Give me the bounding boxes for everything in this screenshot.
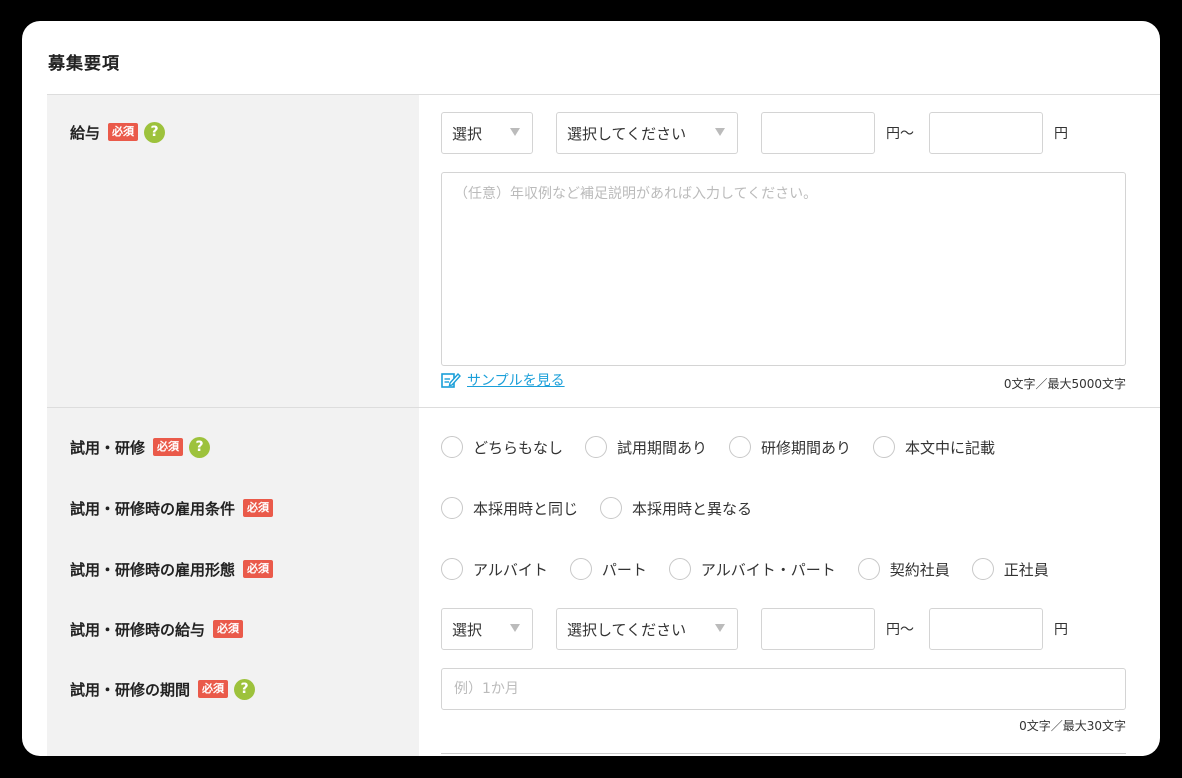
trial-salary-max-input[interactable] — [929, 608, 1043, 650]
trial-option-training[interactable]: 研修期間あり — [729, 436, 851, 458]
chevron-down-icon — [715, 128, 725, 136]
trial-salary-min-input[interactable] — [761, 608, 875, 650]
radio-label: 本採用時と同じ — [473, 499, 579, 518]
radio-circle[interactable] — [441, 497, 463, 519]
trial-radio-group: どちらもなし 試用期間あり 研修期間あり 本文中に記載 — [441, 435, 1017, 459]
radio-circle[interactable] — [729, 436, 752, 458]
salary-label-row: 給与 必須 ? — [70, 120, 166, 144]
radio-circle[interactable] — [585, 436, 608, 458]
trial-type-option-arbeit[interactable]: アルバイト — [441, 558, 548, 580]
trial-type-option-arbeit-part[interactable]: アルバイト・パート — [668, 558, 836, 580]
trial-salary-label: 試用・研修時の給与 — [70, 620, 206, 639]
salary-unit-from: 円〜 — [886, 126, 914, 142]
trial-conditions-radio-group: 本採用時と同じ 本採用時と異なる — [441, 496, 774, 520]
edit-icon — [441, 372, 461, 388]
trial-option-none[interactable]: どちらもなし — [441, 436, 563, 458]
radio-label: 本文中に記載 — [905, 438, 996, 457]
sample-link-label: サンプルを見る — [467, 373, 565, 389]
radio-circle[interactable] — [569, 558, 592, 580]
trial-salary-unit-value: 選択してください — [567, 620, 687, 639]
divider — [47, 407, 1160, 408]
radio-label: 試用期間あり — [617, 438, 708, 457]
label-column — [47, 94, 419, 756]
trial-salary-unit-from: 円〜 — [886, 622, 914, 638]
trial-conditions-option-same[interactable]: 本採用時と同じ — [441, 497, 578, 519]
required-badge: 必須 — [213, 620, 244, 638]
help-icon[interactable]: ? — [144, 121, 166, 143]
trial-period-label-row: 試用・研修の期間 必須 ? — [70, 677, 256, 701]
radio-circle[interactable] — [668, 558, 691, 580]
trial-salary-unit-select[interactable]: 選択してください — [556, 608, 738, 650]
trial-conditions-label: 試用・研修時の雇用条件 — [70, 499, 236, 518]
trial-period-counter: 0文字／最大30文字 — [1019, 719, 1126, 733]
trial-period-input[interactable] — [441, 668, 1126, 710]
chevron-down-icon — [510, 128, 520, 136]
trial-option-in-text[interactable]: 本文中に記載 — [873, 436, 995, 458]
trial-salary-label-row: 試用・研修時の給与 必須 — [70, 617, 244, 641]
salary-label: 給与 — [70, 123, 101, 142]
trial-label: 試用・研修 — [70, 438, 146, 457]
salary-type-select[interactable]: 選択 — [441, 112, 533, 154]
radio-label: 研修期間あり — [761, 438, 852, 457]
radio-label: 契約社員 — [889, 560, 950, 579]
trial-type-option-part[interactable]: パート — [569, 558, 647, 580]
trial-option-probation[interactable]: 試用期間あり — [585, 436, 707, 458]
help-icon[interactable]: ? — [189, 436, 211, 458]
trial-salary-type-select[interactable]: 選択 — [441, 608, 533, 650]
salary-unit-select[interactable]: 選択してください — [556, 112, 738, 154]
trial-conditions-option-different[interactable]: 本採用時と異なる — [600, 497, 752, 519]
radio-circle[interactable] — [873, 436, 896, 458]
radio-label: 本採用時と異なる — [632, 499, 753, 518]
salary-min-input[interactable] — [761, 112, 875, 154]
trial-conditions-label-row: 試用・研修時の雇用条件 必須 — [70, 496, 274, 520]
trial-type-option-fulltime[interactable]: 正社員 — [971, 558, 1049, 580]
salary-note-textarea[interactable] — [441, 172, 1126, 366]
salary-type-value: 選択 — [452, 124, 483, 143]
trial-salary-unit-to: 円 — [1054, 622, 1068, 638]
sample-link[interactable]: サンプルを見る — [441, 370, 565, 390]
trial-type-label-row: 試用・研修時の雇用形態 必須 — [70, 557, 274, 581]
required-badge: 必須 — [108, 123, 139, 141]
chevron-down-icon — [715, 624, 725, 632]
form-screen: 募集要項 給与 必須 ? 選択 選択してください 円〜 円 （任意）年収例など補… — [22, 21, 1160, 756]
radio-label: 正社員 — [1003, 560, 1049, 579]
radio-label: アルバイト — [473, 560, 548, 579]
help-icon[interactable]: ? — [234, 678, 256, 700]
trial-type-radio-group: アルバイト パート アルバイト・パート 契約社員 正社員 — [441, 557, 1071, 581]
divider — [47, 94, 1160, 95]
radio-circle[interactable] — [441, 558, 463, 580]
radio-circle[interactable] — [971, 558, 994, 580]
radio-label: アルバイト・パート — [700, 560, 836, 579]
radio-circle[interactable] — [600, 497, 623, 519]
required-badge: 必須 — [243, 499, 274, 517]
trial-type-label: 試用・研修時の雇用形態 — [70, 560, 236, 579]
device-frame: 募集要項 給与 必須 ? 選択 選択してください 円〜 円 （任意）年収例など補… — [0, 0, 1182, 778]
trial-period-label: 試用・研修の期間 — [70, 680, 191, 699]
salary-note-counter: 0文字／最大5000文字 — [1003, 377, 1126, 391]
required-badge: 必須 — [198, 680, 229, 698]
radio-circle[interactable] — [441, 436, 463, 458]
salary-unit-to: 円 — [1054, 126, 1068, 142]
section-title: 募集要項 — [48, 54, 120, 74]
chevron-down-icon — [510, 624, 520, 632]
next-field-edge — [441, 753, 1126, 754]
required-badge: 必須 — [153, 438, 184, 456]
salary-max-input[interactable] — [929, 112, 1043, 154]
trial-label-row: 試用・研修 必須 ? — [70, 435, 211, 459]
radio-label: どちらもなし — [473, 438, 564, 457]
radio-circle[interactable] — [857, 558, 880, 580]
salary-unit-value: 選択してください — [567, 124, 687, 143]
trial-salary-type-value: 選択 — [452, 620, 483, 639]
radio-label: パート — [601, 560, 647, 579]
trial-type-option-contract[interactable]: 契約社員 — [857, 558, 950, 580]
required-badge: 必須 — [243, 560, 274, 578]
